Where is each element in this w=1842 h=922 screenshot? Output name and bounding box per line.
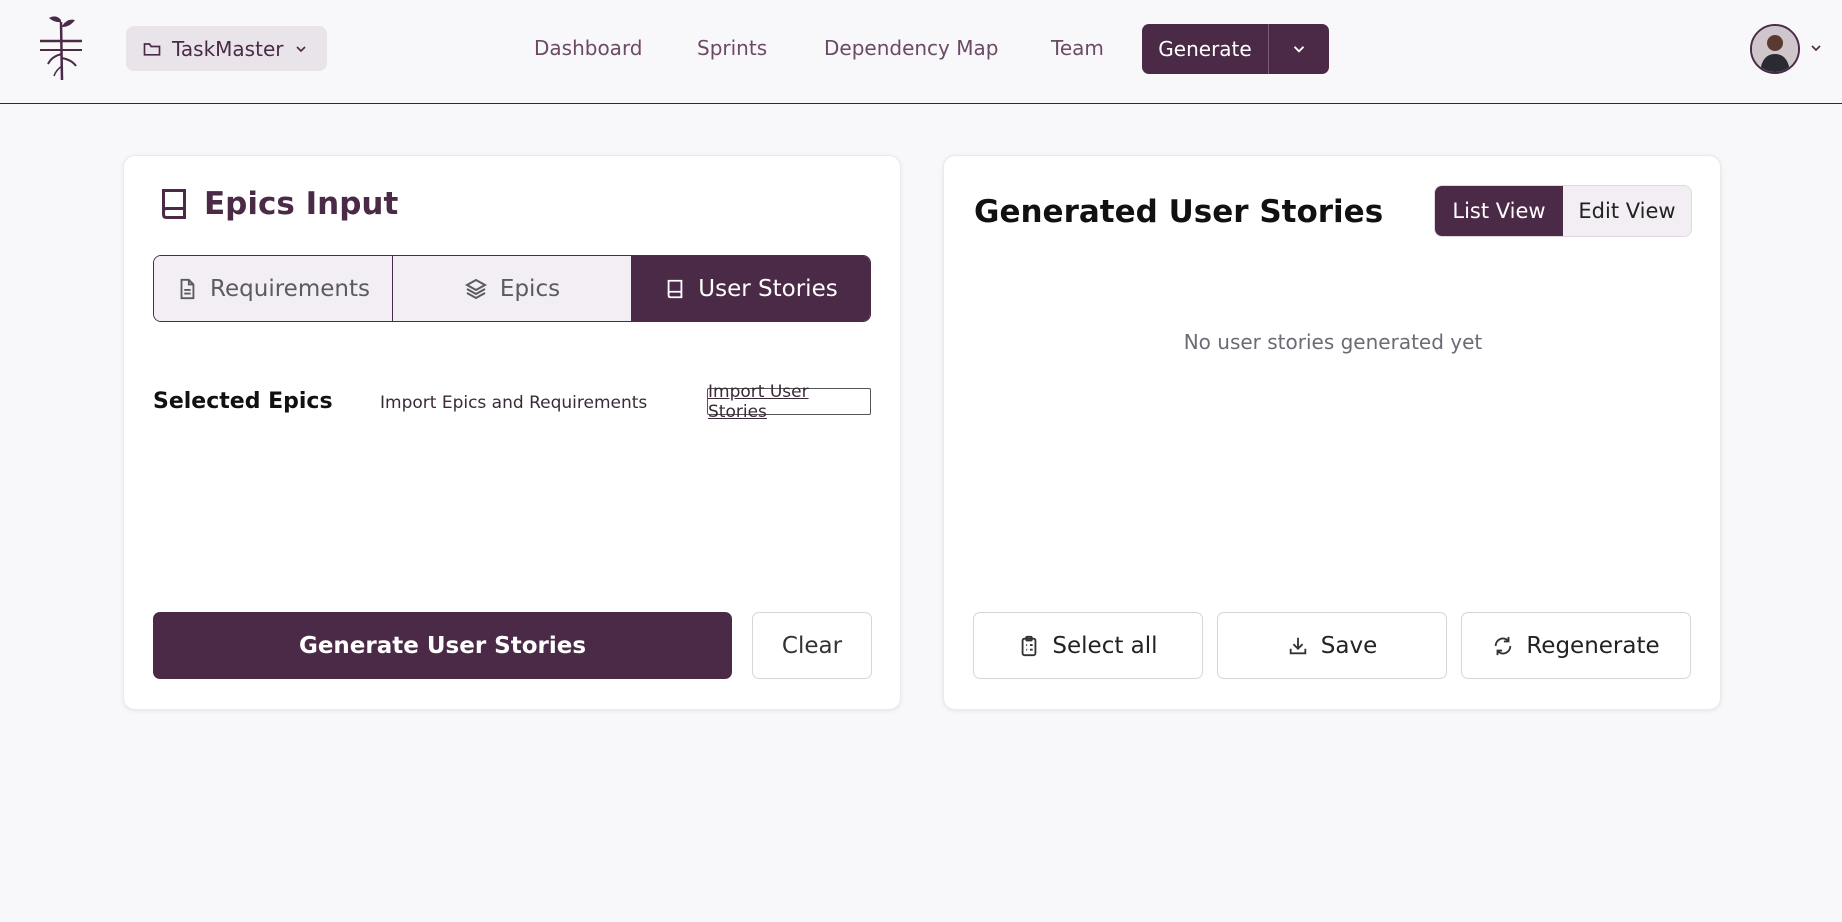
regenerate-button[interactable]: Regenerate bbox=[1461, 612, 1691, 679]
button-label: Save bbox=[1320, 632, 1378, 659]
button-label: Regenerate bbox=[1526, 632, 1660, 659]
nav-dependency-map[interactable]: Dependency Map bbox=[824, 36, 998, 60]
view-toggle: List View Edit View bbox=[1434, 185, 1692, 237]
project-name: TaskMaster bbox=[172, 36, 284, 61]
panel-title: Epics Input bbox=[156, 186, 398, 222]
tab-user-stories[interactable]: User Stories bbox=[632, 256, 870, 321]
top-navbar: TaskMaster Dashboard Sprints Dependency … bbox=[0, 0, 1842, 104]
selected-epics-label: Selected Epics bbox=[153, 389, 333, 414]
empty-state-message: No user stories generated yet bbox=[1183, 330, 1483, 354]
import-user-stories-link[interactable]: Import User Stories bbox=[707, 382, 871, 422]
tab-label: User Stories bbox=[698, 275, 838, 302]
tab-requirements[interactable]: Requirements bbox=[154, 256, 393, 321]
save-button[interactable]: Save bbox=[1217, 612, 1447, 679]
tab-label: Requirements bbox=[210, 275, 370, 302]
epics-input-title: Epics Input bbox=[204, 186, 399, 222]
import-epics-link[interactable]: Import Epics and Requirements bbox=[380, 393, 647, 413]
user-avatar-icon bbox=[1752, 26, 1798, 72]
tab-label: Epics bbox=[499, 275, 561, 302]
clipboard-list-icon bbox=[1022, 635, 1037, 656]
nav-team[interactable]: Team bbox=[1051, 36, 1104, 60]
chevron-down-icon bbox=[1293, 46, 1305, 53]
avatar[interactable] bbox=[1750, 24, 1800, 74]
clear-button[interactable]: Clear bbox=[752, 612, 872, 679]
input-type-tabs: Requirements Epics User Stories bbox=[153, 255, 871, 322]
generated-stories-panel: Generated User Stories List View Edit Vi… bbox=[943, 155, 1721, 710]
generate-dropdown-button[interactable] bbox=[1269, 24, 1329, 74]
epics-input-panel: Epics Input Requirements Epics User Stor… bbox=[123, 155, 901, 710]
refresh-icon bbox=[1495, 636, 1512, 655]
download-icon bbox=[1289, 637, 1307, 654]
chevron-down-icon[interactable] bbox=[1808, 40, 1824, 56]
nav-sprints[interactable]: Sprints bbox=[697, 36, 767, 60]
nav-dashboard[interactable]: Dashboard bbox=[534, 36, 643, 60]
file-text-icon bbox=[180, 278, 195, 299]
project-selector[interactable]: TaskMaster bbox=[126, 26, 327, 71]
book-icon bbox=[162, 189, 186, 219]
generated-stories-title: Generated User Stories bbox=[974, 194, 1384, 230]
folder-icon bbox=[143, 42, 161, 56]
sprout-logo-icon[interactable] bbox=[34, 14, 88, 82]
layers-icon bbox=[464, 278, 487, 299]
edit-view-button[interactable]: Edit View bbox=[1563, 186, 1691, 236]
book-icon bbox=[667, 279, 683, 298]
generate-split-button: Generate bbox=[1142, 24, 1329, 74]
list-view-button[interactable]: List View bbox=[1435, 186, 1563, 236]
chevron-down-icon bbox=[296, 45, 307, 52]
generate-user-stories-button[interactable]: Generate User Stories bbox=[153, 612, 732, 679]
select-all-button[interactable]: Select all bbox=[973, 612, 1203, 679]
tab-epics[interactable]: Epics bbox=[393, 256, 632, 321]
generate-button[interactable]: Generate bbox=[1142, 24, 1269, 74]
button-label: Select all bbox=[1052, 632, 1158, 659]
